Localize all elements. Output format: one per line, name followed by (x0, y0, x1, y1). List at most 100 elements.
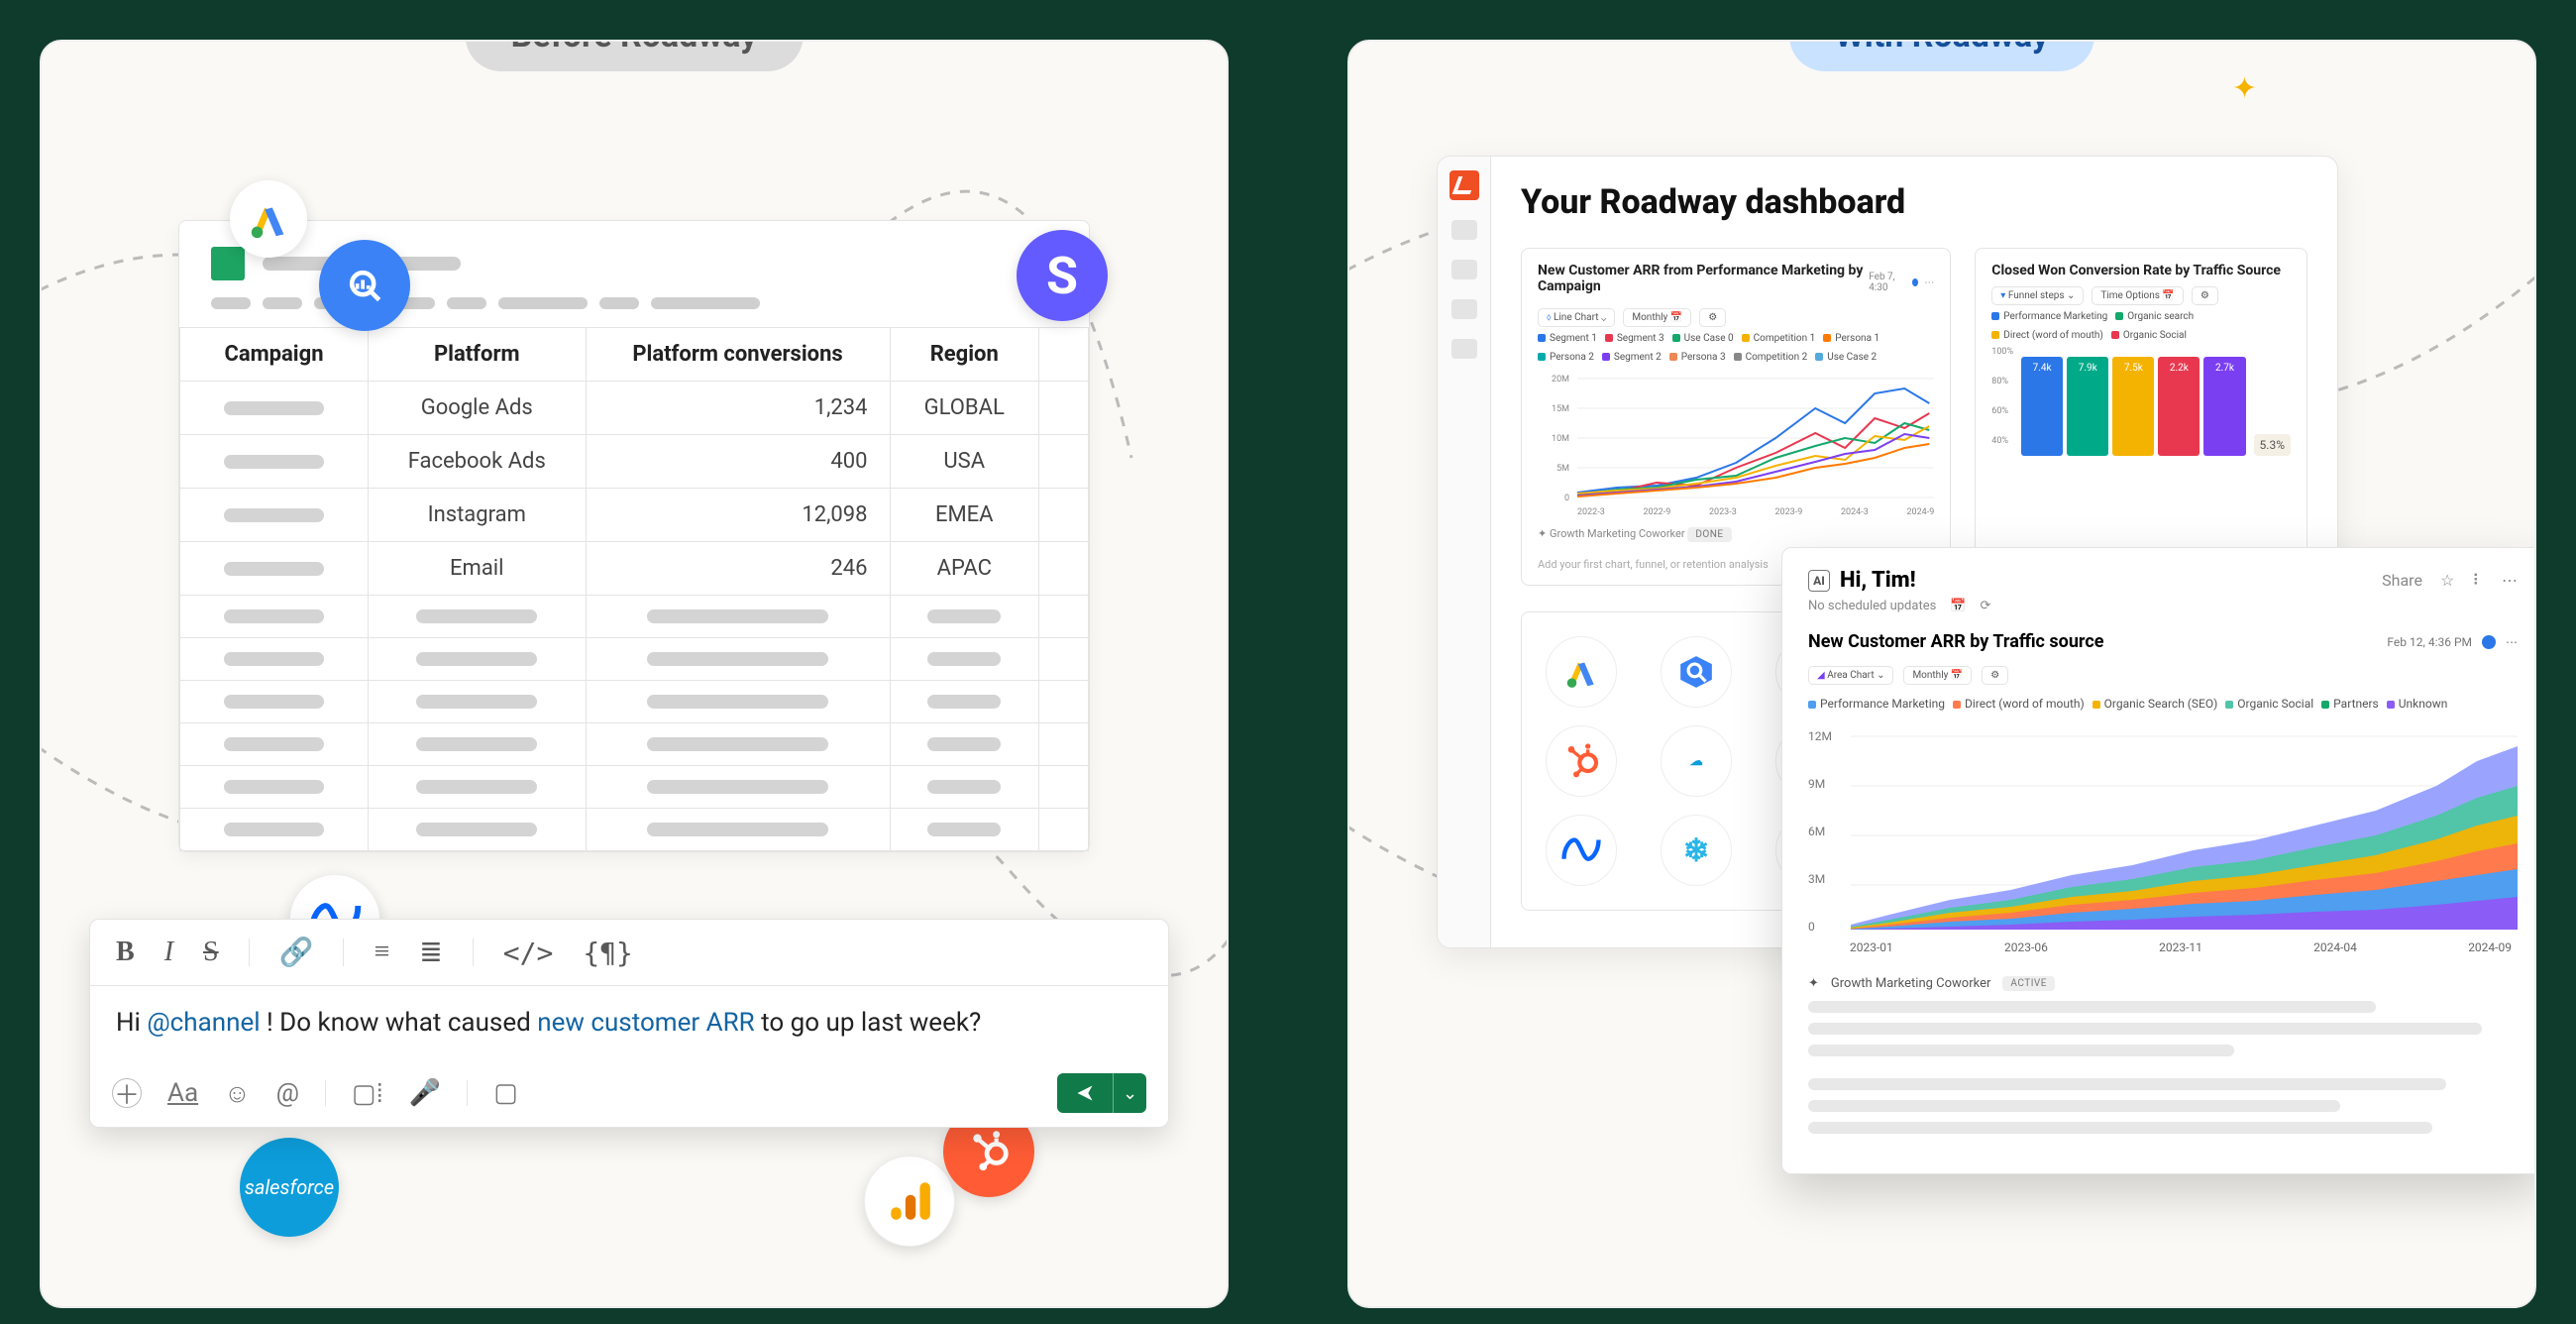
arr-by-campaign-card[interactable]: New Customer ARR from Performance Market… (1521, 248, 1951, 586)
table-row[interactable]: Facebook Ads400USA (180, 435, 1089, 489)
col-region[interactable]: Region (890, 328, 1039, 382)
table-row[interactable] (180, 723, 1089, 766)
table-row[interactable] (180, 766, 1089, 809)
table-row[interactable] (180, 681, 1089, 723)
insight-title: New Customer ARR by Traffic source (1808, 631, 2103, 652)
status-tag: ACTIVE (2002, 976, 2055, 991)
chart-legend: Performance MarketingOrganic searchDirec… (1991, 311, 2291, 341)
line-chart: 20M15M10M5M0 (1538, 369, 1934, 507)
share-button[interactable]: Share (2382, 571, 2422, 590)
with-panel: With Roadway ✦✦ ✦ Your Roadway dashboard… (1347, 40, 2536, 1308)
col-platform[interactable]: Platform (369, 328, 587, 382)
salesforce-icon[interactable]: ☁ (1661, 725, 1732, 797)
status-dot-icon (2482, 635, 2496, 649)
nav-item[interactable] (1451, 260, 1477, 279)
before-panel: Before Roadway S salesforce Campaign (40, 40, 1229, 1308)
emoji-icon[interactable]: ☺ (224, 1078, 251, 1109)
sparkle-icon: ✦✦ (2124, 40, 2188, 51)
strike-icon[interactable]: S (203, 937, 219, 968)
slack-composer[interactable]: B I S 🔗 ≡ ≣ </> {¶} Hi @channel ! Do kno… (89, 919, 1169, 1128)
table-row[interactable]: Instagram12,098EMEA (180, 489, 1089, 542)
code-icon[interactable]: </> (503, 937, 554, 969)
funnel-steps-select[interactable]: ▾ Funnel steps ⌄ (1991, 286, 2084, 305)
area-chart: 12M9M6M3M0 (1808, 717, 2518, 935)
calendar-icon[interactable]: 📅 (1950, 599, 1966, 613)
spreadsheet-window: Campaign Platform Platform conversions R… (178, 220, 1090, 852)
slack-send-button[interactable]: ⌄ (1057, 1073, 1146, 1113)
slack-format-toolbar: B I S 🔗 ≡ ≣ </> {¶} (90, 920, 1168, 986)
more-icon[interactable]: ⋯ (2506, 635, 2518, 649)
ordered-list-icon[interactable]: ≡ (374, 937, 389, 968)
sheets-doc-icon (211, 247, 245, 280)
google-ads-icon (230, 180, 307, 258)
before-badge: Before Roadway (466, 40, 804, 71)
more-icon[interactable]: ⋯ (1924, 277, 1934, 288)
nav-item[interactable] (1451, 220, 1477, 240)
period-select[interactable]: Monthly 📅 (1903, 666, 1972, 685)
snowflake-icon[interactable]: ❄ (1661, 815, 1732, 886)
card-title: New Customer ARR from Performance Market… (1538, 263, 1869, 294)
table-row[interactable] (180, 596, 1089, 638)
mic-icon[interactable]: 🎤 (409, 1078, 441, 1108)
send-options-icon[interactable]: ⌄ (1113, 1073, 1146, 1113)
stripe-icon: S (1017, 230, 1108, 321)
roadway-logo-icon[interactable] (1449, 170, 1479, 200)
slack-message-input[interactable]: Hi @channel ! Do know what caused new cu… (90, 986, 1168, 1059)
plus-icon[interactable]: ＋ (112, 1078, 142, 1108)
chart-type-select[interactable]: ⬨ Line Chart ⌄ (1538, 308, 1615, 327)
col-campaign[interactable]: Campaign (180, 328, 369, 382)
hubspot-icon[interactable] (1546, 725, 1617, 797)
bold-icon[interactable]: B (116, 937, 135, 968)
table-row[interactable] (180, 809, 1089, 851)
text-format-icon[interactable]: Aa (167, 1078, 198, 1108)
video-icon[interactable]: ▢⁞ (352, 1078, 383, 1109)
chart-type-select[interactable]: ◢ Area Chart ⌄ (1808, 666, 1893, 685)
table-row[interactable] (180, 638, 1089, 681)
bullet-list-icon[interactable]: ≣ (419, 936, 442, 969)
conversion-rate-card[interactable]: Closed Won Conversion Rate by Traffic So… (1975, 248, 2308, 586)
ai-insight-popup[interactable]: AIHi, Tim! Share ☆ ⠇ ⋯ No scheduled upda… (1781, 547, 2536, 1174)
settings-icon[interactable]: ⚙ (1982, 666, 2008, 685)
italic-icon[interactable]: I (164, 937, 173, 968)
table-row[interactable]: Email246APAC (180, 542, 1089, 596)
sparkle-icon: ✦ (2232, 71, 2257, 106)
salesforce-icon: salesforce (240, 1138, 339, 1237)
meta-icon[interactable] (1546, 815, 1617, 886)
bar-chart: 7.4k7.9k7.5k2.2k2.7k (2021, 357, 2245, 456)
codeblock-icon[interactable]: {¶} (583, 937, 633, 969)
metric-link[interactable]: new customer ARR (537, 1008, 754, 1038)
settings-icon[interactable]: ⚙ (1699, 308, 1726, 327)
refresh-icon[interactable]: ⟳ (1981, 599, 1991, 613)
star-icon[interactable]: ☆ (2440, 571, 2454, 590)
dashboard-title: Your Roadway dashboard (1521, 182, 2308, 222)
google-ads-icon[interactable] (1546, 636, 1617, 708)
nav-item[interactable] (1451, 339, 1477, 359)
shortcut-icon[interactable]: ▢ (493, 1078, 518, 1108)
period-select[interactable]: Monthly 📅 (1623, 308, 1691, 327)
bigquery-icon (319, 240, 410, 331)
mention-icon[interactable]: @ (276, 1078, 299, 1108)
schedule-status: No scheduled updates (1808, 599, 1936, 613)
bigquery-icon[interactable] (1661, 636, 1732, 708)
settings-icon[interactable]: ⚙ (2192, 286, 2218, 305)
highlight-value: 5.3% (2254, 434, 2291, 456)
spreadsheet-table[interactable]: Campaign Platform Platform conversions R… (179, 327, 1089, 851)
nav-rail (1438, 157, 1491, 947)
nav-item[interactable] (1451, 299, 1477, 319)
chart-legend: Segment 1Segment 3Use Case 0Competition … (1538, 333, 1934, 363)
table-row[interactable]: Google Ads1,234GLOBAL (180, 382, 1089, 435)
time-options-select[interactable]: Time Options 📅 (2092, 286, 2183, 305)
sparkle-icon: ✦ (1808, 976, 1819, 991)
google-analytics-icon (864, 1156, 955, 1247)
link-icon[interactable]: 🔗 (279, 936, 314, 969)
divider: ⠇ (2472, 571, 2484, 590)
card-title: Closed Won Conversion Rate by Traffic So… (1991, 263, 2291, 278)
ai-icon: AI (1808, 570, 1830, 592)
more-icon[interactable]: ⋯ (2502, 571, 2518, 590)
sparkle-icon: ✦ (1538, 527, 1547, 540)
col-conversions[interactable]: Platform conversions (586, 328, 890, 382)
send-icon[interactable] (1057, 1073, 1113, 1113)
popup-greeting: AIHi, Tim! (1808, 568, 1916, 593)
coworker-label: Growth Marketing Coworker (1831, 976, 1990, 991)
channel-mention[interactable]: @channel (147, 1008, 260, 1038)
